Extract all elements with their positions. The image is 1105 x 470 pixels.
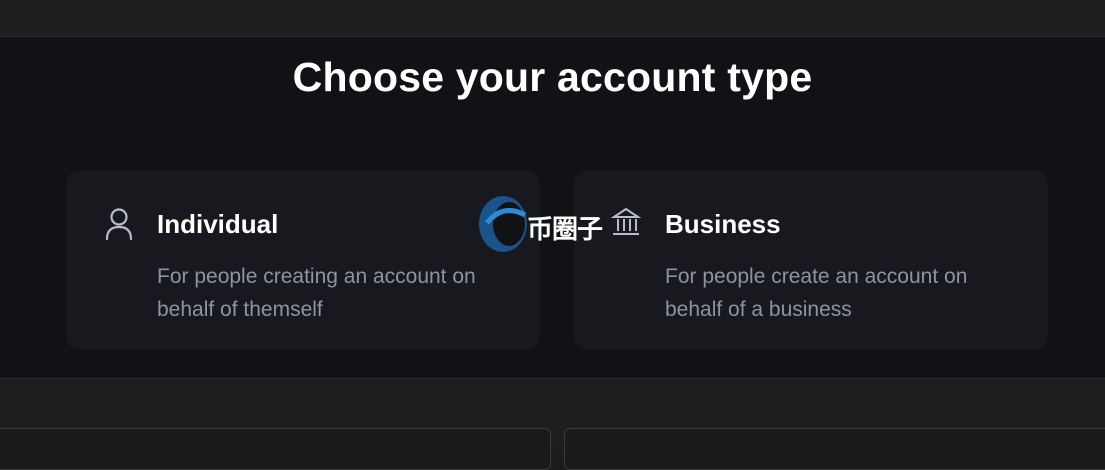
watermark-emblem xyxy=(479,196,527,252)
bank-icon xyxy=(611,207,641,235)
page-title: Choose your account type xyxy=(292,54,813,100)
business-account-card[interactable]: Business For people create an account on… xyxy=(574,170,1048,350)
bottom-right-panel xyxy=(564,428,1105,470)
individual-title: Individual xyxy=(157,209,279,239)
individual-description: For people creating an account on behalf… xyxy=(157,265,476,321)
business-description: For people create an account on behalf o… xyxy=(665,265,968,321)
bottom-left-panel xyxy=(0,428,551,470)
user-icon xyxy=(105,208,133,241)
bottom-section xyxy=(0,378,1105,470)
top-bar xyxy=(0,0,1105,37)
watermark-text: 币圈子 xyxy=(527,215,603,245)
watermark-logo: 币圈子 xyxy=(475,193,645,255)
individual-account-card[interactable]: Individual For people creating an accoun… xyxy=(66,170,540,350)
business-title: Business xyxy=(665,209,781,239)
